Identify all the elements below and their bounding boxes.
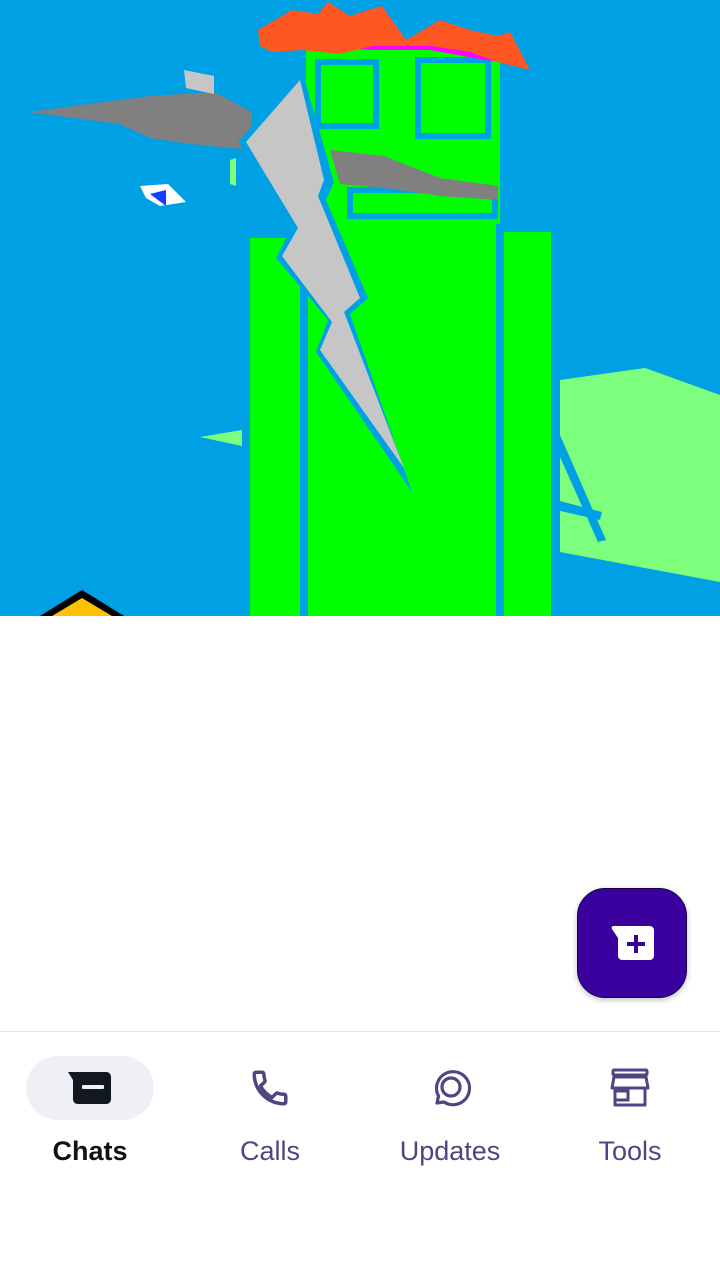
new-chat-icon	[609, 925, 655, 961]
tab-tools-label: Tools	[598, 1136, 662, 1166]
phone-icon	[249, 1067, 291, 1109]
hero-image	[0, 0, 720, 616]
bottom-navigation: Chats Calls Updates Tools	[0, 1031, 720, 1280]
chat-box-icon	[68, 1071, 112, 1105]
tab-chats-label: Chats	[52, 1136, 128, 1166]
tab-updates-indicator	[386, 1056, 514, 1120]
storefront-icon	[609, 1068, 651, 1108]
tab-updates-label: Updates	[399, 1136, 501, 1166]
tab-calls-label: Calls	[239, 1136, 300, 1166]
updates-icon	[428, 1066, 472, 1110]
tab-chats[interactable]: Chats	[0, 1056, 180, 1176]
tab-calls-indicator	[206, 1056, 334, 1120]
tab-calls[interactable]: Calls	[180, 1056, 360, 1176]
new-chat-button[interactable]	[577, 888, 687, 998]
tab-tools[interactable]: Tools	[540, 1056, 720, 1176]
tab-updates[interactable]: Updates	[360, 1056, 540, 1176]
tab-chats-indicator	[26, 1056, 154, 1120]
tab-tools-indicator	[566, 1056, 694, 1120]
